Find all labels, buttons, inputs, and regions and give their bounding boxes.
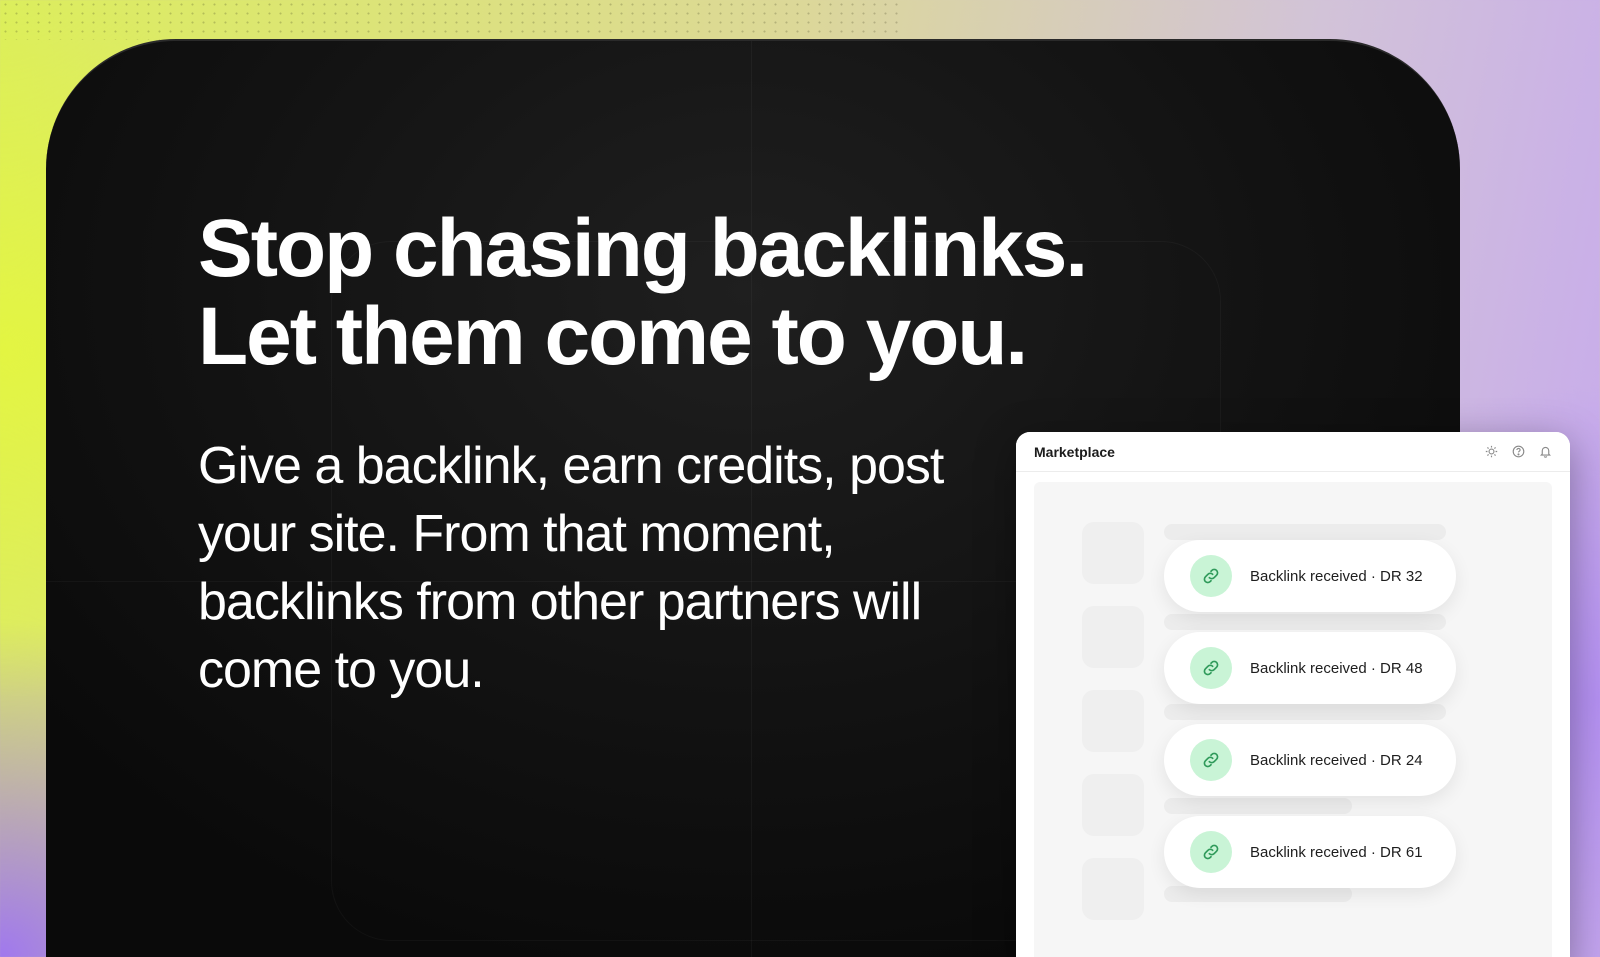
placeholder-line [1164, 524, 1446, 540]
placeholder-line [1164, 704, 1446, 720]
background-noise [0, 0, 900, 40]
panel-header: Marketplace [1016, 432, 1570, 472]
placeholder-line [1164, 798, 1352, 814]
hero-subtext: Give a backlink, earn credits, post your… [198, 437, 944, 699]
panel-title: Marketplace [1034, 443, 1115, 460]
notification-item[interactable]: Backlink received · DR 32 [1164, 540, 1456, 612]
notification-text: Backlink received · DR 24 [1250, 751, 1423, 769]
hero-headline: Stop chasing backlinks. Let them come to… [198, 203, 1088, 382]
notification-text: Backlink received · DR 32 [1250, 567, 1423, 585]
notification-item[interactable]: Backlink received · DR 48 [1164, 632, 1456, 704]
link-icon [1190, 831, 1232, 873]
panel-header-icons [1485, 445, 1552, 458]
notification-text: Backlink received · DR 48 [1250, 659, 1423, 677]
panel-body: Backlink received · DR 32 Backlink recei… [1034, 482, 1552, 957]
headline-line-1: Stop chasing backlinks. [198, 203, 1088, 294]
help-icon[interactable] [1512, 445, 1525, 458]
notification-item[interactable]: Backlink received · DR 61 [1164, 816, 1456, 888]
placeholder-avatar [1082, 774, 1144, 836]
placeholder-line [1164, 614, 1446, 630]
headline-line-2: Let them come to you. [198, 291, 1028, 382]
placeholder-avatar [1082, 690, 1144, 752]
placeholder-line [1164, 886, 1352, 902]
bell-icon[interactable] [1539, 445, 1552, 458]
notification-text: Backlink received · DR 61 [1250, 843, 1423, 861]
placeholder-avatar [1082, 522, 1144, 584]
marketplace-panel: Marketplace Backlink received · DR 32 Ba… [1016, 432, 1570, 957]
placeholder-avatar [1082, 606, 1144, 668]
sun-icon[interactable] [1485, 445, 1498, 458]
link-icon [1190, 647, 1232, 689]
link-icon [1190, 739, 1232, 781]
placeholder-avatar [1082, 858, 1144, 920]
notification-item[interactable]: Backlink received · DR 24 [1164, 724, 1456, 796]
link-icon [1190, 555, 1232, 597]
